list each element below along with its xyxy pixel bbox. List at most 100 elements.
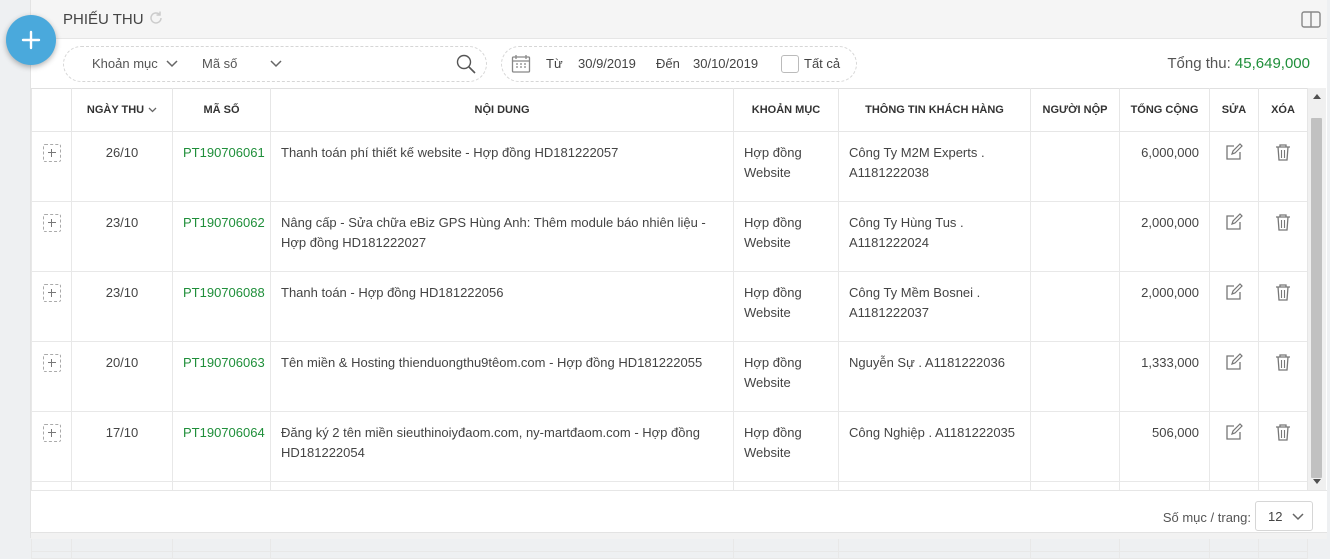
row-date: 23/10 [71, 201, 173, 272]
column-header-date[interactable]: NGÀY THU [71, 88, 173, 132]
table-header: NGÀY THU MÃ SỐ NỘI DUNG KHOẢN MỤC THÔNG … [31, 88, 1308, 132]
to-date[interactable]: 30/10/2019 [693, 56, 758, 71]
row-category: Hợp đồng Website [733, 131, 839, 202]
search-icon[interactable] [456, 54, 476, 74]
row-customer: Công Nghiệp . A1181222035 [838, 411, 1031, 482]
column-header-payer: NGƯỜI NỘP [1030, 88, 1120, 132]
column-header-customer: THÔNG TIN KHÁCH HÀNG [838, 88, 1031, 132]
row-payer [1030, 411, 1120, 482]
trash-icon[interactable] [1274, 353, 1292, 371]
expand-row-icon[interactable] [42, 144, 61, 162]
row-payer [1030, 131, 1120, 202]
row-date: 26/10 [71, 131, 173, 202]
expand-row-icon[interactable] [42, 284, 61, 302]
sort-down-icon[interactable] [148, 107, 157, 113]
row-content: Thanh toán phí thiết kế website - Hợp đồ… [270, 131, 734, 202]
chevron-down-icon [1292, 513, 1304, 521]
row-amount: 506,000 [1119, 411, 1210, 482]
search-filter-bar: Khoản mục Mã số [63, 46, 487, 82]
row-amount: 2,000,000 [1119, 201, 1210, 272]
to-label: Đến [656, 56, 680, 71]
row-code-link[interactable]: PT190706061 [172, 131, 271, 202]
trash-icon[interactable] [1274, 213, 1292, 231]
row-customer: Công Ty Mềm Bosnei . A1181222037 [838, 271, 1031, 342]
total-amount: 45,649,000 [1234, 55, 1310, 72]
add-button[interactable] [6, 15, 56, 65]
row-code-link[interactable]: PT190706088 [172, 271, 271, 342]
receipts-table: NGÀY THU MÃ SỐ NỘI DUNG KHOẢN MỤC THÔNG … [31, 88, 1308, 559]
edit-icon[interactable] [1225, 283, 1243, 301]
edit-icon[interactable] [1225, 143, 1243, 161]
total-label: Tổng thu: [1167, 55, 1231, 72]
scroll-up-arrow[interactable] [1313, 94, 1321, 99]
row-content: Tên miền & Hosting thienduongthu9têom.co… [270, 341, 734, 412]
per-page-label: Số mục / trang: [1162, 510, 1251, 525]
table-row: 23/10 PT190706062 Nâng cấp - Sửa chữa eB… [31, 201, 1308, 272]
expand-row-icon[interactable] [42, 424, 61, 442]
trash-icon[interactable] [1274, 143, 1292, 161]
row-amount: 2,000,000 [1119, 271, 1210, 342]
column-header-delete: XÓA [1258, 88, 1308, 132]
column-header-code: MÃ SỐ [172, 88, 271, 132]
column-header-total: TỔNG CỘNG [1119, 88, 1210, 132]
expand-column-header [31, 88, 72, 132]
plus-icon [21, 30, 41, 50]
row-amount: 6,000,000 [1119, 131, 1210, 202]
panel-toggle-icon[interactable] [1301, 11, 1321, 28]
row-code-link[interactable]: PT190706064 [172, 411, 271, 482]
column-header-edit: SỬA [1209, 88, 1259, 132]
total-summary: Tổng thu: 45,649,000 [1167, 55, 1310, 72]
scroll-thumb[interactable] [1311, 118, 1322, 478]
row-customer: Công Ty Hùng Tus . A1181222024 [838, 201, 1031, 272]
edit-icon[interactable] [1225, 213, 1243, 231]
row-content: Thanh toán - Hợp đồng HD181222056 [270, 271, 734, 342]
table-footer: Số mục / trang: 12 [31, 490, 1327, 533]
scroll-down-arrow[interactable] [1313, 479, 1321, 484]
title-bar: PHIẾU THU [31, 0, 1327, 39]
expand-row-icon[interactable] [42, 354, 61, 372]
table-row: 26/10 PT190706061 Thanh toán phí thiết k… [31, 131, 1308, 202]
calendar-icon[interactable] [511, 54, 531, 74]
edit-icon[interactable] [1225, 353, 1243, 371]
table-row: 23/10 PT190706088 Thanh toán - Hợp đồng … [31, 271, 1308, 342]
row-code-link[interactable]: PT190706062 [172, 201, 271, 272]
date-filter-bar: Từ 30/9/2019 Đến 30/10/2019 Tất cả [501, 46, 857, 82]
trash-icon[interactable] [1274, 283, 1292, 301]
per-page-value: 12 [1268, 509, 1283, 524]
vertical-scrollbar[interactable] [1307, 88, 1326, 490]
row-date: 17/10 [71, 411, 173, 482]
refresh-icon[interactable] [148, 10, 164, 26]
page-title: PHIẾU THU [63, 11, 144, 28]
per-page-select[interactable]: 12 [1255, 501, 1313, 531]
row-payer [1030, 341, 1120, 412]
expand-row-icon[interactable] [42, 214, 61, 232]
trash-icon[interactable] [1274, 423, 1292, 441]
edit-icon[interactable] [1225, 423, 1243, 441]
row-category: Hợp đồng Website [733, 201, 839, 272]
row-date: 23/10 [71, 271, 173, 342]
row-category: Hợp đồng Website [733, 271, 839, 342]
from-label: Từ [546, 56, 563, 71]
all-label: Tất cả [804, 56, 841, 71]
chevron-down-icon[interactable] [166, 60, 178, 68]
row-customer: Nguyễn Sự . A1181222036 [838, 341, 1031, 412]
code-dropdown[interactable]: Mã số [202, 56, 237, 71]
row-category: Hợp đồng Website [733, 341, 839, 412]
table-row: 20/10 PT190706063 Tên miền & Hosting thi… [31, 341, 1308, 412]
column-header-category: KHOẢN MỤC [733, 88, 839, 132]
all-checkbox[interactable] [781, 55, 799, 73]
table-row-partial [31, 551, 1308, 559]
table-row: 17/10 PT190706064 Đăng ký 2 tên miền sie… [31, 411, 1308, 482]
row-payer [1030, 271, 1120, 342]
chevron-down-icon[interactable] [270, 60, 282, 68]
category-dropdown[interactable]: Khoản mục [92, 56, 158, 71]
row-content: Đăng ký 2 tên miền sieuthinoiyđaom.com, … [270, 411, 734, 482]
row-customer: Công Ty M2M Experts . A1181222038 [838, 131, 1031, 202]
row-category: Hợp đồng Website [733, 411, 839, 482]
row-content: Nâng cấp - Sửa chữa eBiz GPS Hùng Anh: T… [270, 201, 734, 272]
receipts-panel: PHIẾU THU Khoản mục Mã số Từ 30/9/2019 Đ… [30, 0, 1327, 559]
row-date: 20/10 [71, 341, 173, 412]
from-date[interactable]: 30/9/2019 [578, 56, 636, 71]
column-header-content: NỘI DUNG [270, 88, 734, 132]
row-code-link[interactable]: PT190706063 [172, 341, 271, 412]
